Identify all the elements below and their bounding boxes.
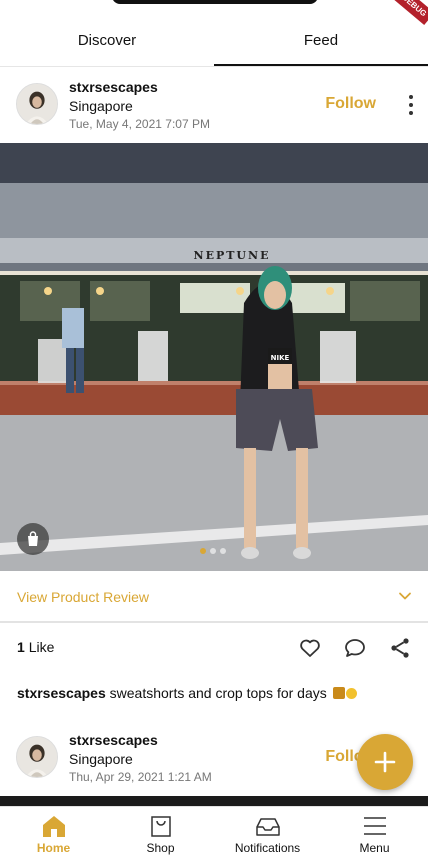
carousel-dot	[220, 548, 226, 554]
menu-icon	[363, 817, 386, 835]
post-location: Singapore	[69, 98, 133, 114]
nav-home[interactable]: Home	[0, 807, 107, 859]
photo-sign: NEPTUNE	[194, 249, 271, 262]
avatar-image	[17, 737, 57, 777]
chevron-down-icon	[399, 592, 411, 600]
view-product-review-row[interactable]: View Product Review	[0, 571, 428, 623]
post-location: Singapore	[69, 751, 133, 767]
nav-menu-label: Menu	[359, 841, 390, 855]
sun-emoji-icon	[345, 688, 357, 699]
follow-button[interactable]: Follow	[325, 95, 376, 113]
share-icon[interactable]	[388, 636, 412, 660]
caption-text: sweatshorts and crop tops for days	[109, 685, 327, 701]
post-timestamp: Tue, May 4, 2021 7:07 PM	[69, 117, 210, 131]
post-username[interactable]: stxrsescapes	[69, 732, 158, 748]
likes-number: 1	[17, 639, 25, 655]
shopping-bag-icon	[150, 816, 171, 837]
nav-shop-label: Shop	[146, 841, 175, 855]
inbox-icon	[255, 818, 280, 836]
post-photo[interactable]: NEPTUNE NIKE	[0, 143, 428, 571]
post-photo-image: NEPTUNE NIKE	[0, 143, 428, 571]
nav-notifications[interactable]: Notifications	[214, 807, 321, 859]
post-photo[interactable]	[0, 796, 428, 806]
caption-username[interactable]: stxrsescapes	[17, 685, 106, 701]
post-caption: stxrsescapes sweatshorts and crop tops f…	[17, 685, 357, 701]
avatar[interactable]	[16, 736, 58, 778]
shorts-emoji-icon	[332, 687, 345, 699]
more-options-icon[interactable]	[406, 95, 416, 115]
bottom-navigation: Home Shop Notifications Menu	[0, 806, 428, 859]
create-post-button[interactable]	[357, 734, 413, 790]
likes-word: Like	[28, 639, 55, 655]
nav-shop[interactable]: Shop	[107, 807, 214, 859]
nav-menu[interactable]: Menu	[321, 807, 428, 859]
carousel-dot	[210, 548, 216, 554]
post-header: stxrsescapes Singapore Tue, May 4, 2021 …	[0, 67, 428, 143]
tab-discover[interactable]: Discover	[0, 22, 214, 66]
shop-tag-icon[interactable]	[17, 523, 49, 555]
heart-icon[interactable]	[298, 636, 322, 660]
device-notch	[112, 0, 318, 4]
nav-notifications-label: Notifications	[234, 841, 301, 855]
avatar-image	[17, 84, 57, 124]
tab-feed[interactable]: Feed	[214, 22, 428, 66]
view-product-review-label: View Product Review	[17, 589, 150, 605]
avatar[interactable]	[16, 83, 58, 125]
carousel-dot	[200, 548, 206, 554]
photo-shirt-text: NIKE	[271, 354, 290, 362]
post-username[interactable]: stxrsescapes	[69, 79, 158, 95]
post-actions	[277, 636, 412, 660]
feed-tabs: Discover Feed	[0, 22, 428, 66]
home-icon	[42, 816, 65, 837]
likes-count[interactable]: 1 Like	[17, 639, 54, 655]
comment-icon[interactable]	[343, 636, 367, 660]
post-timestamp: Thu, Apr 29, 2021 1:21 AM	[69, 770, 212, 784]
carousel-indicator	[200, 548, 226, 554]
nav-home-label: Home	[36, 841, 71, 855]
plus-icon	[374, 751, 396, 773]
